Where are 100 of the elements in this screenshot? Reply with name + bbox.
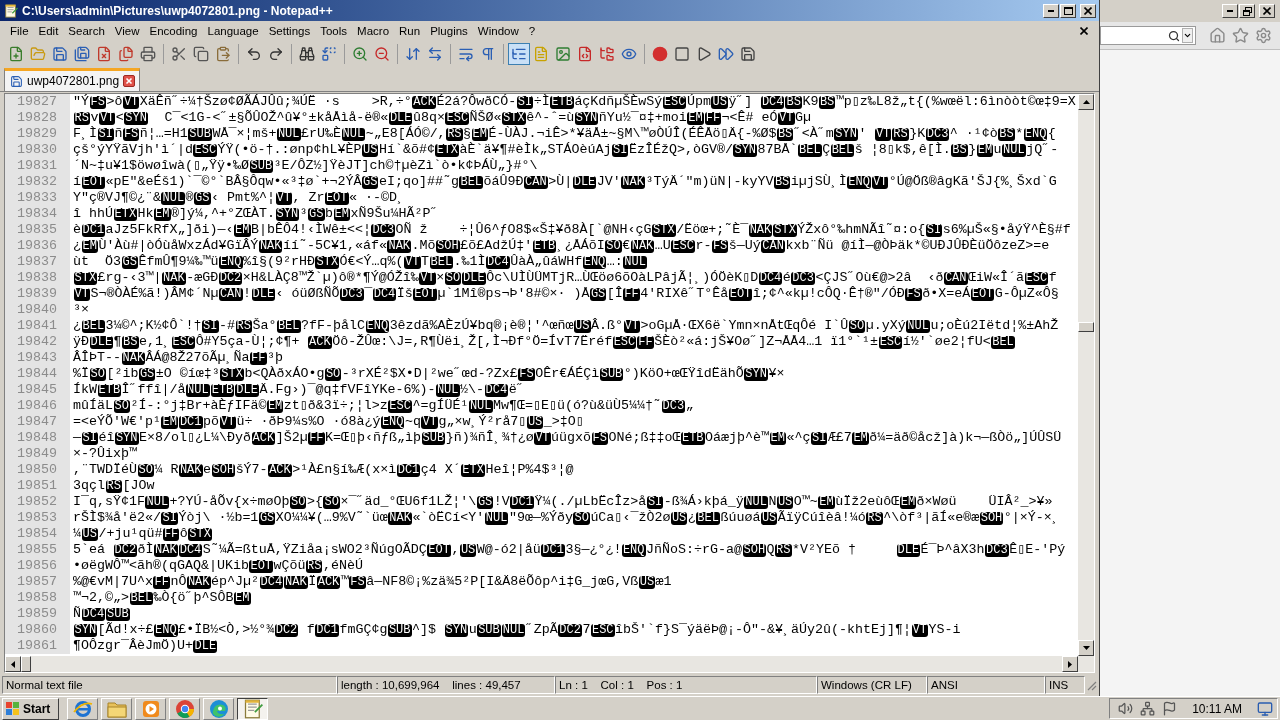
text-run: ðÌ [137, 542, 154, 558]
text-run: §Ôqw•«³‡ø`+¬2ÝÂ [241, 174, 362, 190]
text-run: — [73, 430, 81, 446]
settings-icon[interactable] [1255, 27, 1272, 44]
control-character-badge: GS [194, 191, 211, 205]
text-run: =<eÝÕ'W€'p¹ [73, 414, 161, 430]
text-run: O™~ [793, 494, 818, 510]
status-text: Normal text file [2, 676, 337, 694]
text-run: < [115, 110, 124, 126]
text-run: aJz5FkRfX„]ði)—‹ [105, 222, 234, 238]
control-character-badge: FS [518, 367, 535, 381]
start-button[interactable]: Start [2, 697, 59, 720]
control-character-badge: DC4 [760, 95, 785, 109]
menu-item[interactable]: File [5, 22, 34, 40]
text-run: F¸Ì [73, 126, 97, 142]
home-icon[interactable] [1209, 27, 1226, 44]
control-character-badge: ETX [461, 463, 485, 477]
menu-item[interactable]: Plugins [425, 22, 473, 40]
dropdown-button[interactable] [1182, 28, 1193, 43]
control-character-badge: NUL [1002, 143, 1026, 157]
minimize-button[interactable] [1043, 3, 1059, 18]
text-run: °|×Ý-×¸ [1003, 510, 1060, 526]
text-run: ŒiW«Î´ã [968, 270, 1024, 286]
scroll-right-button[interactable] [1062, 656, 1078, 672]
record-icon [652, 46, 668, 62]
control-character-badge: VT [778, 111, 795, 125]
text-run: e,1¸ [139, 334, 171, 350]
window-title: C:\Users\admin\Pictures\uwp4072801.png - Notepad++ [22, 3, 334, 18]
control-character-badge: RS [775, 543, 792, 557]
control-character-badge: SUB [477, 623, 501, 637]
show-desktop-icon[interactable] [1257, 700, 1273, 717]
zoom-out-icon [374, 46, 390, 62]
control-character-badge: ENQ [1023, 127, 1048, 141]
flag-icon[interactable] [1162, 701, 1178, 716]
network-icon[interactable] [1140, 701, 1156, 716]
menu-item[interactable]: Edit [33, 22, 64, 40]
control-character-badge: EOT [249, 559, 274, 573]
menu-item[interactable]: Window [472, 22, 524, 40]
text-run: xÑ9Šu¼HÃ [350, 206, 415, 222]
paste-icon [215, 46, 231, 62]
close-document-button[interactable] [1078, 25, 1090, 37]
minimize-button[interactable] [1222, 4, 1238, 18]
text-run: iµjSÙ¸Ì [790, 174, 847, 190]
control-character-badge: ESC [445, 111, 470, 125]
text-run: Ýòj\ ·½b=1 [178, 510, 259, 526]
text-run: É-ÙÀJ.¬iÊ>*¥äÅ±~§M\™øÒÚÎ(ÉÊÅö▯Ä{-%Ø$ [488, 126, 777, 142]
four-pane-flag-icon [6, 702, 20, 715]
control-character-badge: FF [250, 351, 267, 365]
horizontal-scrollbar[interactable] [5, 656, 1094, 672]
control-character-badge: DC4 [81, 607, 106, 621]
media-player-icon [141, 699, 160, 718]
toolbar-button[interactable] [508, 43, 530, 65]
text-run: -ß¾Á›kþá_ÿ [663, 494, 744, 510]
close-button[interactable] [1080, 3, 1096, 18]
control-character-badge: US [776, 495, 794, 509]
control-character-badge: US [760, 511, 778, 525]
text-run: šÝ7- [235, 462, 268, 478]
control-character-badge: STX [315, 255, 340, 269]
menu-item[interactable]: ? [523, 22, 541, 40]
text-run: é [782, 270, 791, 286]
document-icon [533, 46, 549, 62]
control-character-badge: EM [818, 495, 835, 509]
scroll-down-button[interactable] [1078, 640, 1094, 656]
text-run: Ä.Fg›)¯@q‡fVFîYKe-6%)- [259, 382, 436, 398]
menu-item[interactable]: Search [63, 22, 110, 40]
scroll-left-button[interactable] [5, 656, 21, 672]
control-character-badge: NAK [748, 223, 773, 237]
menu-item[interactable]: Settings [263, 22, 316, 40]
menu-item[interactable]: Macro [352, 22, 395, 40]
control-character-badge: DC2 [558, 623, 582, 637]
close-button[interactable] [1259, 4, 1275, 18]
close-icon[interactable] [123, 75, 136, 87]
vertical-scrollbar[interactable] [1078, 94, 1094, 656]
taskbar-app-button[interactable] [237, 697, 268, 720]
restore-button[interactable] [1239, 4, 1255, 18]
text-run: C¯<1G-<˝±§ÕÛOŽ^û¥°±kåÅìå-ë®« [163, 110, 389, 126]
search-field[interactable] [1100, 26, 1196, 45]
menu-item[interactable]: Encoding [144, 22, 203, 40]
scroll-up-button[interactable] [1078, 94, 1094, 110]
text-run: ç4 X´ [420, 462, 461, 478]
control-character-badge: NAK [154, 543, 178, 557]
right-arrow-icon [1068, 660, 1072, 668]
menu-item[interactable]: Tools [315, 22, 353, 40]
speaker-icon[interactable] [1118, 701, 1134, 716]
control-character-badge: DC3 [791, 271, 815, 285]
scroll-thumb[interactable] [21, 656, 31, 672]
menu-item[interactable]: Run [394, 22, 426, 40]
text-run: ÿ˝] [728, 94, 754, 110]
star-icon[interactable] [1232, 27, 1249, 44]
scroll-thumb[interactable] [1078, 322, 1094, 332]
control-character-badge: DC4 [259, 575, 284, 589]
clock[interactable]: 10:11 AM [1192, 699, 1242, 718]
text-run: ¦¸)ÓÖèK▯D [686, 270, 759, 286]
menu-item[interactable]: View [109, 22, 145, 40]
menu-item[interactable]: Language [202, 22, 264, 40]
text-run: ü÷ ·ðÞ9¼s%O ·ó8à¿ý [236, 414, 381, 430]
control-character-badge: ENQ [154, 623, 178, 637]
maximize-button[interactable] [1060, 3, 1076, 18]
resize-grip-icon[interactable] [1085, 679, 1097, 691]
file-tab[interactable]: uwp4072801.png [4, 68, 141, 91]
